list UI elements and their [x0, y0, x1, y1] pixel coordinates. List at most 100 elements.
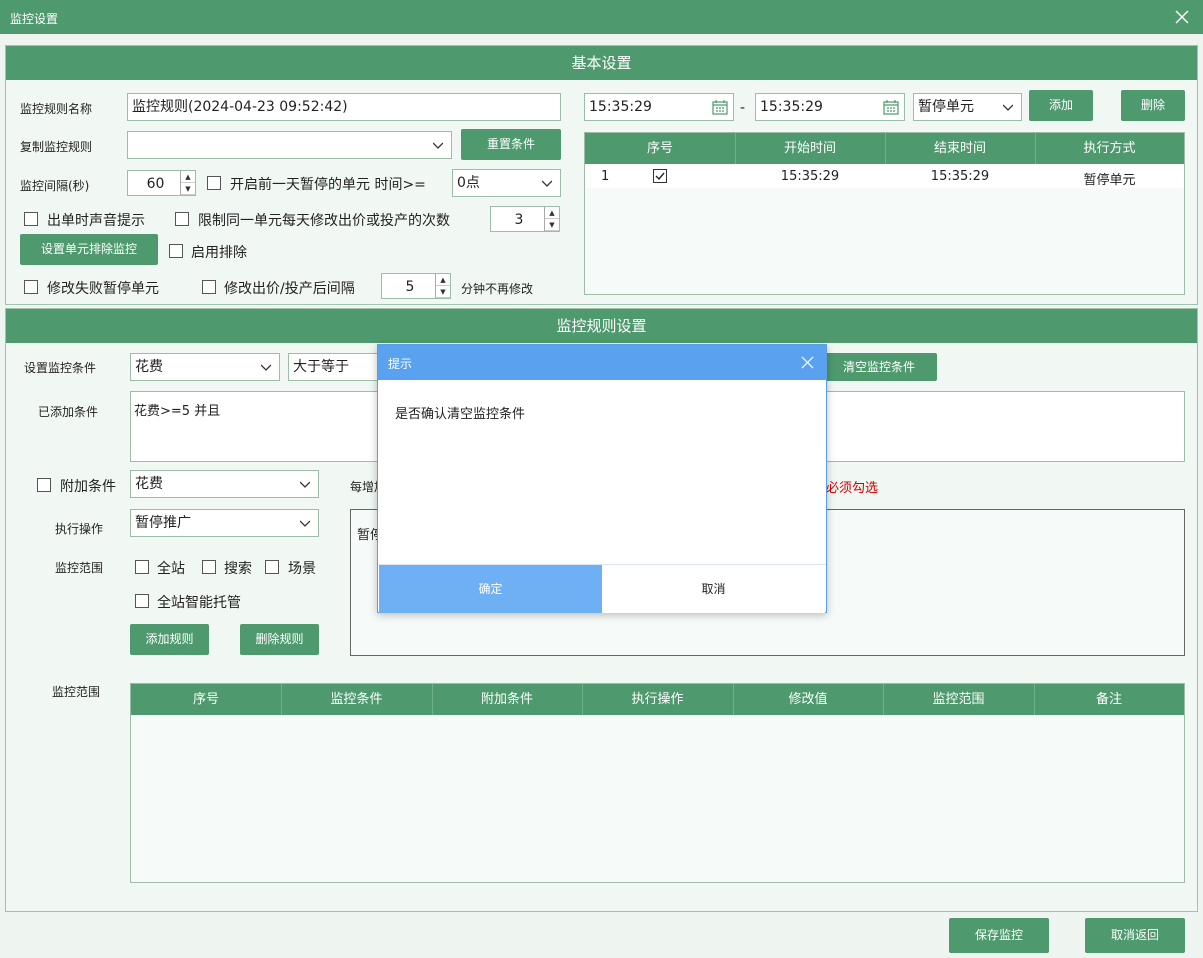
col-value: 修改值: [733, 684, 884, 715]
scope-all-checkbox[interactable]: [135, 560, 149, 574]
start-time-picker[interactable]: 15:35:29: [584, 93, 734, 121]
time-select[interactable]: 0点: [452, 169, 561, 197]
row-index: 1: [601, 169, 610, 184]
extra-condition-checkbox[interactable]: [37, 478, 51, 492]
rule-settings-header: 监控规则设置: [6, 309, 1197, 343]
col-scope: 监控范围: [883, 684, 1035, 715]
end-time-value: 15:35:29: [760, 99, 823, 115]
up-arrow-icon[interactable]: ▲: [181, 171, 195, 183]
cancel-return-button[interactable]: 取消返回: [1085, 918, 1185, 953]
scope-search-checkbox[interactable]: [202, 560, 216, 574]
sound-checkbox[interactable]: [24, 212, 38, 226]
row-mode: 暂停单元: [1083, 173, 1136, 188]
checked-icon[interactable]: [653, 169, 667, 183]
action-label: 执行操作: [55, 522, 104, 536]
time-table-header: 序号 开始时间 结束时间 执行方式: [585, 133, 1184, 164]
delete-time-button[interactable]: 删除: [1121, 90, 1185, 121]
col-mode: 执行方式: [1083, 141, 1136, 156]
extra-condition-label: 附加条件: [60, 479, 116, 495]
dialog-title: 提示: [388, 357, 413, 371]
condition-label: 设置监控条件: [24, 361, 97, 375]
delete-rule-button[interactable]: 删除规则: [240, 624, 319, 655]
copy-rule-label: 复制监控规则: [20, 140, 93, 154]
action-value: 暂停推广: [135, 515, 191, 531]
chevron-down-icon: [542, 180, 552, 187]
enable-exclude-checkbox[interactable]: [169, 244, 183, 258]
interval-stepper[interactable]: 60 ▲ ▼: [127, 170, 196, 196]
rule-name-input[interactable]: 监控规则(2024-04-23 09:52:42): [127, 93, 561, 121]
scope-search-label: 搜索: [224, 561, 252, 577]
extra-field-value: 花费: [135, 476, 163, 492]
exclude-units-button[interactable]: 设置单元排除监控: [20, 234, 158, 265]
dialog-footer: 确定 取消: [378, 564, 826, 613]
calendar-icon[interactable]: [712, 99, 728, 115]
chevron-down-icon: [433, 142, 443, 149]
action-select[interactable]: 暂停推广: [130, 509, 319, 537]
col-start: 开始时间: [735, 133, 886, 164]
col-index: 序号: [131, 684, 282, 715]
reset-conditions-button[interactable]: 重置条件: [461, 129, 561, 160]
down-arrow-icon[interactable]: ▼: [545, 219, 559, 231]
copy-rule-select[interactable]: [127, 131, 452, 159]
col-note: 备注: [1095, 692, 1122, 707]
added-conditions-text: 花费>=5 并且: [134, 404, 221, 419]
scope-scene-label: 场景: [288, 561, 316, 577]
dialog-message: 是否确认清空监控条件: [395, 407, 526, 422]
limit-label: 限制同一单元每天修改出价或投产的次数: [198, 213, 450, 229]
limit-value: 3: [514, 212, 524, 228]
add-rule-button[interactable]: 添加规则: [130, 624, 209, 655]
condition-field-value: 花费: [135, 359, 163, 375]
enable-exclude-label: 启用排除: [191, 245, 247, 261]
per-add-text: 每增加: [350, 480, 378, 494]
extra-field-select[interactable]: 花费: [130, 470, 319, 498]
confirm-dialog: 提示 是否确认清空监控条件 确定 取消: [377, 344, 827, 613]
up-arrow-icon[interactable]: ▲: [545, 207, 559, 219]
clear-conditions-button[interactable]: 清空监控条件: [821, 353, 937, 381]
chevron-down-icon: [300, 520, 310, 527]
interval-after-checkbox[interactable]: [202, 280, 216, 294]
fail-pause-label: 修改失败暂停单元: [47, 281, 159, 297]
fail-pause-checkbox[interactable]: [24, 280, 38, 294]
stepper-buttons[interactable]: ▲ ▼: [180, 171, 195, 195]
scope-smart-label: 全站智能托管: [157, 595, 241, 611]
close-icon[interactable]: [801, 356, 814, 369]
close-icon[interactable]: [1171, 6, 1193, 28]
dialog-ok-button[interactable]: 确定: [379, 565, 602, 613]
condition-field-select[interactable]: 花费: [130, 353, 280, 381]
add-time-button[interactable]: 添加: [1029, 90, 1093, 121]
limit-stepper[interactable]: 3 ▲ ▼: [490, 206, 560, 232]
interval-value: 60: [146, 176, 165, 192]
up-arrow-icon[interactable]: ▲: [436, 274, 450, 286]
dialog-cancel-button[interactable]: 取消: [602, 565, 825, 613]
limit-checkbox[interactable]: [175, 212, 189, 226]
end-time-picker[interactable]: 15:35:29: [755, 93, 905, 121]
open-paused-checkbox[interactable]: [207, 176, 221, 190]
col-action: 执行操作: [582, 684, 734, 715]
table-row[interactable]: 1 15:35:29 15:35:29 暂停单元: [585, 164, 1184, 188]
col-index: 序号: [585, 133, 736, 164]
must-check-text: 必须勾选: [826, 481, 879, 496]
down-arrow-icon[interactable]: ▼: [436, 286, 450, 298]
col-extra: 附加条件: [432, 684, 583, 715]
interval-after-label: 修改出价/投产后间隔: [224, 281, 355, 297]
scope-smart-checkbox[interactable]: [135, 594, 149, 608]
sound-label: 出单时声音提示: [47, 213, 145, 229]
calendar-icon[interactable]: [883, 99, 899, 115]
time-select-value: 0点: [457, 175, 480, 191]
interval-after-value: 5: [405, 279, 415, 295]
row-start: 15:35:29: [780, 169, 840, 184]
bottom-scope-label: 监控范围: [52, 685, 101, 699]
basic-settings-header: 基本设置: [6, 46, 1197, 80]
interval-after-stepper[interactable]: 5 ▲ ▼: [381, 273, 451, 299]
scope-scene-checkbox[interactable]: [265, 560, 279, 574]
open-paused-label: 开启前一天暂停的单元 时间>=: [230, 177, 426, 193]
mode-select-value: 暂停单元: [918, 99, 974, 115]
stepper-buttons[interactable]: ▲ ▼: [544, 207, 559, 231]
stepper-buttons[interactable]: ▲ ▼: [435, 274, 450, 298]
dialog-titlebar: 提示: [378, 345, 826, 380]
interval-label: 监控间隔(秒): [20, 179, 90, 193]
save-monitor-button[interactable]: 保存监控: [949, 918, 1049, 953]
added-conditions-label: 已添加条件: [38, 405, 99, 419]
mode-select[interactable]: 暂停单元: [913, 93, 1022, 121]
down-arrow-icon[interactable]: ▼: [181, 183, 195, 195]
